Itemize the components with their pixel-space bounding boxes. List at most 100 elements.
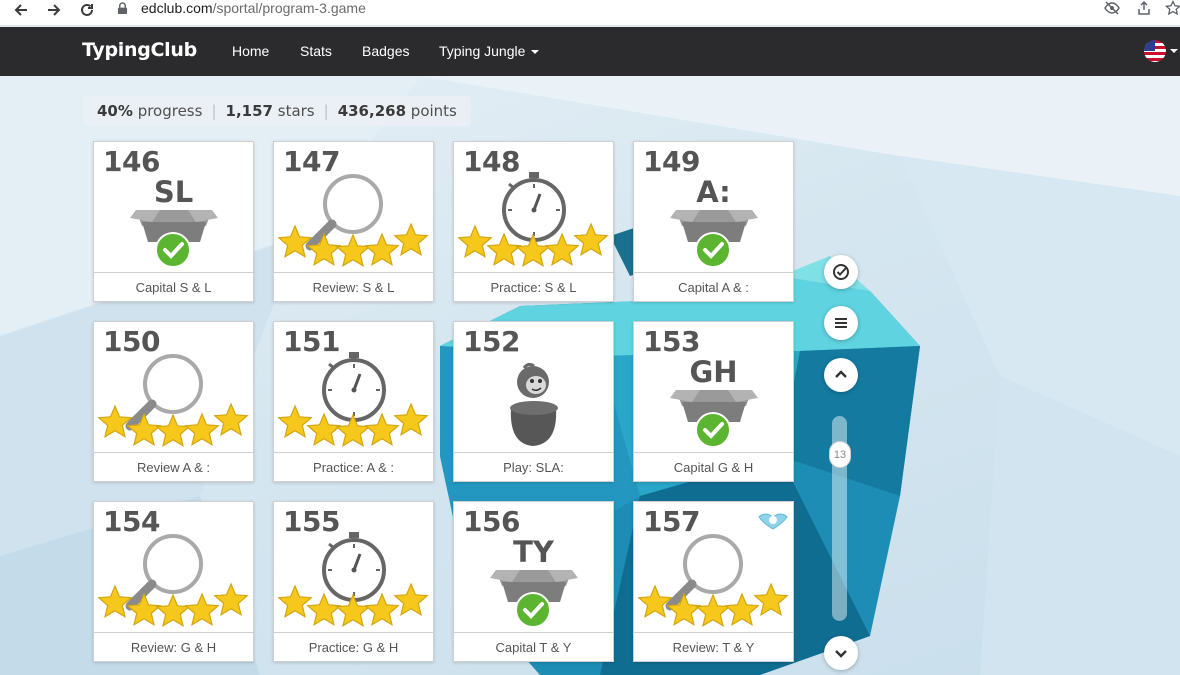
bookmark-star-icon[interactable] [1164, 0, 1180, 16]
lesson-card[interactable]: A: 149 Capital A & : [633, 141, 794, 302]
nav-home[interactable]: Home [232, 43, 269, 59]
language-caret-icon[interactable] [1170, 49, 1178, 53]
lesson-title: Capital A & : [634, 272, 793, 301]
star-icon [393, 402, 429, 437]
lesson-card[interactable]: 151 Practice: A & : [273, 321, 434, 482]
lesson-card[interactable]: GH 153 Capital G & H [633, 321, 794, 482]
star-icon [695, 593, 731, 628]
lesson-card[interactable]: SL 146 Capital S & L [93, 141, 254, 302]
lesson-title: Capital S & L [94, 272, 253, 301]
lesson-number: 153 [643, 325, 700, 358]
lesson-number: 157 [643, 505, 700, 538]
lesson-card[interactable]: 148 Practice: S & L [453, 141, 614, 302]
lesson-card[interactable]: 154 Review: G & H [93, 501, 254, 662]
lesson-number: 149 [643, 145, 700, 178]
star-icon [393, 582, 429, 617]
site-navbar: TypingClub Home Stats Badges Typing Jung… [0, 27, 1180, 76]
lesson-title: Review: G & H [94, 632, 253, 661]
hamburger-icon [835, 318, 847, 328]
star-icon [277, 404, 313, 439]
star-icon [364, 412, 400, 447]
lesson-title: Capital G & H [634, 452, 793, 481]
address-bar[interactable]: edclub.com/sportal/program-3.game [141, 0, 366, 17]
scroll-up-button[interactable] [824, 358, 858, 392]
star-icon [306, 592, 342, 627]
stars-count: 1,157 [225, 102, 273, 120]
browser-toolbar: edclub.com/sportal/program-3.game [0, 0, 1180, 26]
star-icon [724, 592, 760, 627]
lock-icon[interactable] [117, 0, 131, 16]
lesson-title: Review: T & Y [634, 632, 793, 661]
points-count: 436,268 [337, 102, 407, 120]
star-icon [97, 404, 133, 439]
chevron-up-icon [835, 370, 847, 378]
lesson-card[interactable]: TY 156 Capital T & Y [453, 501, 614, 662]
nav-badges[interactable]: Badges [362, 43, 409, 59]
star-icon [364, 592, 400, 627]
lesson-title: Play: SLA: [454, 452, 613, 481]
lesson-title: Practice: G & H [274, 632, 433, 661]
lesson-number: 150 [103, 325, 160, 358]
forward-arrow-icon[interactable] [43, 0, 65, 20]
star-icon [335, 233, 371, 268]
star-icon [277, 584, 313, 619]
nav-typing-jungle-label: Typing Jungle [439, 43, 526, 59]
star-icon [457, 224, 493, 259]
back-arrow-icon[interactable] [10, 0, 32, 20]
lesson-title: Practice: S & L [454, 272, 613, 301]
pill-divider: | [323, 102, 329, 120]
lesson-card[interactable]: 150 Review A & : [93, 321, 254, 482]
lesson-number: 151 [283, 325, 340, 358]
star-icon [277, 224, 313, 259]
lesson-number: 147 [283, 145, 340, 178]
star-icon [364, 232, 400, 267]
lesson-letters: A: [696, 175, 731, 209]
lesson-number: 146 [103, 145, 160, 178]
url-host: edclub.com [141, 0, 213, 16]
lesson-card[interactable]: 152 Play: SLA: [453, 321, 614, 482]
lesson-title: Review: S & L [274, 272, 433, 301]
star-icon [155, 413, 191, 448]
eye-off-icon[interactable] [1103, 0, 1121, 16]
progress-percent: 40% [97, 102, 133, 120]
star-icon [97, 584, 133, 619]
progress-label: progress [137, 102, 203, 120]
star-icon [184, 592, 220, 627]
stars-label: stars [277, 102, 315, 120]
lesson-title: Capital T & Y [454, 632, 613, 661]
check-circle-button[interactable] [824, 255, 858, 289]
star-icon [184, 412, 220, 447]
lesson-letters: SL [153, 175, 194, 209]
nav-typing-jungle[interactable]: Typing Jungle [439, 43, 540, 59]
star-icon [544, 232, 580, 267]
star-icon [573, 222, 609, 257]
lesson-number: 156 [463, 505, 520, 538]
progress-summary: 40% progress | 1,157 stars | 436,268 poi… [83, 96, 471, 126]
lesson-card[interactable]: 147 Review: S & L [273, 141, 434, 302]
lesson-title: Review A & : [94, 452, 253, 481]
lesson-letters: GH [689, 355, 738, 389]
star-icon [753, 582, 789, 617]
menu-button[interactable] [824, 306, 858, 340]
scroll-thumb[interactable]: 13 [829, 441, 851, 468]
check-circle-icon [833, 264, 849, 280]
share-icon[interactable] [1135, 0, 1153, 16]
chevron-down-icon [531, 50, 540, 55]
pill-divider: | [211, 102, 217, 120]
us-flag-icon[interactable] [1144, 40, 1166, 62]
lesson-number: 155 [283, 505, 340, 538]
lesson-card[interactable]: 155 Practice: G & H [273, 501, 434, 662]
star-icon [213, 402, 249, 437]
star-icon [306, 412, 342, 447]
lesson-number: 154 [103, 505, 160, 538]
brand-logo[interactable]: TypingClub [82, 39, 197, 61]
points-label: points [410, 102, 457, 120]
star-icon [637, 584, 673, 619]
scroll-down-button[interactable] [824, 636, 858, 670]
bird-badge-icon [758, 513, 788, 530]
nav-stats[interactable]: Stats [300, 43, 332, 59]
url-path: /sportal/program-3.game [212, 0, 366, 16]
star-icon [213, 582, 249, 617]
reload-icon[interactable] [76, 0, 98, 20]
lesson-card[interactable]: 157 Review: T & Y [633, 501, 794, 662]
